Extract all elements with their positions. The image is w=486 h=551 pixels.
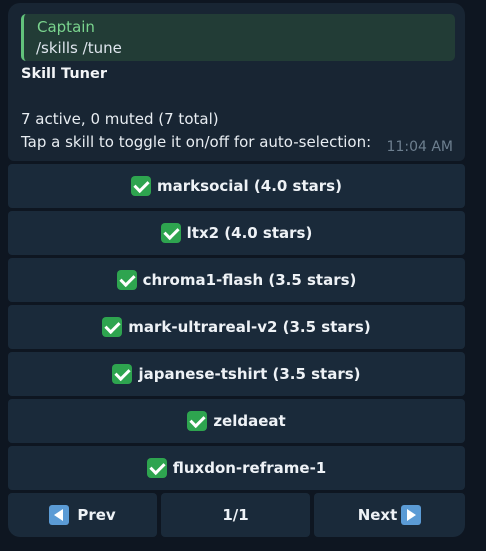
- reply-text: /skills /tune: [36, 39, 122, 57]
- reply-quote[interactable]: Captain /skills /tune: [21, 14, 455, 61]
- skill-label: mark-ultrareal-v2 (3.5 stars): [128, 318, 371, 336]
- check-mark-icon: [160, 223, 181, 243]
- skill-toggle-button[interactable]: chroma1-flash (3.5 stars): [8, 258, 465, 302]
- skill-label: fluxdon-reframe-1: [172, 459, 327, 477]
- next-label: Next: [357, 506, 398, 524]
- skill-label: zeldaeat: [213, 412, 286, 430]
- reply-author: Captain: [37, 18, 95, 36]
- skill-toggle-button[interactable]: ltx2 (4.0 stars): [8, 211, 465, 255]
- check-mark-icon: [102, 317, 123, 337]
- message-title: Skill Tuner: [21, 66, 107, 82]
- check-mark-icon: [116, 270, 137, 290]
- skill-toggle-button[interactable]: zeldaeat: [8, 399, 465, 443]
- skill-toggle-button[interactable]: mark-ultrareal-v2 (3.5 stars): [8, 305, 465, 349]
- check-mark-icon: [146, 458, 167, 478]
- skill-label: ltx2 (4.0 stars): [186, 224, 313, 242]
- next-page-button[interactable]: Next: [314, 493, 465, 537]
- left-arrow-icon: [49, 505, 70, 525]
- skill-label: marksocial (4.0 stars): [157, 177, 342, 195]
- skill-toggle-button[interactable]: fluxdon-reframe-1: [8, 446, 465, 490]
- bot-message: Captain /skills /tune Skill Tuner 7 acti…: [8, 3, 465, 161]
- right-arrow-icon: [401, 505, 422, 525]
- skill-toggle-button[interactable]: marksocial (4.0 stars): [8, 164, 465, 208]
- instruction-text: Tap a skill to toggle it on/off for auto…: [21, 133, 372, 151]
- check-mark-icon: [187, 411, 208, 431]
- skill-toggle-button[interactable]: japanese-tshirt (3.5 stars): [8, 352, 465, 396]
- prev-label: Prev: [77, 506, 116, 524]
- page-indicator-button[interactable]: 1/1: [161, 493, 310, 537]
- check-mark-icon: [112, 364, 133, 384]
- skill-label: chroma1-flash (3.5 stars): [142, 271, 357, 289]
- page-label: 1/1: [222, 506, 249, 524]
- check-mark-icon: [131, 176, 152, 196]
- prev-page-button[interactable]: Prev: [8, 493, 157, 537]
- skill-label: japanese-tshirt (3.5 stars): [138, 365, 361, 383]
- message-time: 11:04 AM: [386, 139, 453, 155]
- status-summary: 7 active, 0 muted (7 total): [21, 110, 219, 128]
